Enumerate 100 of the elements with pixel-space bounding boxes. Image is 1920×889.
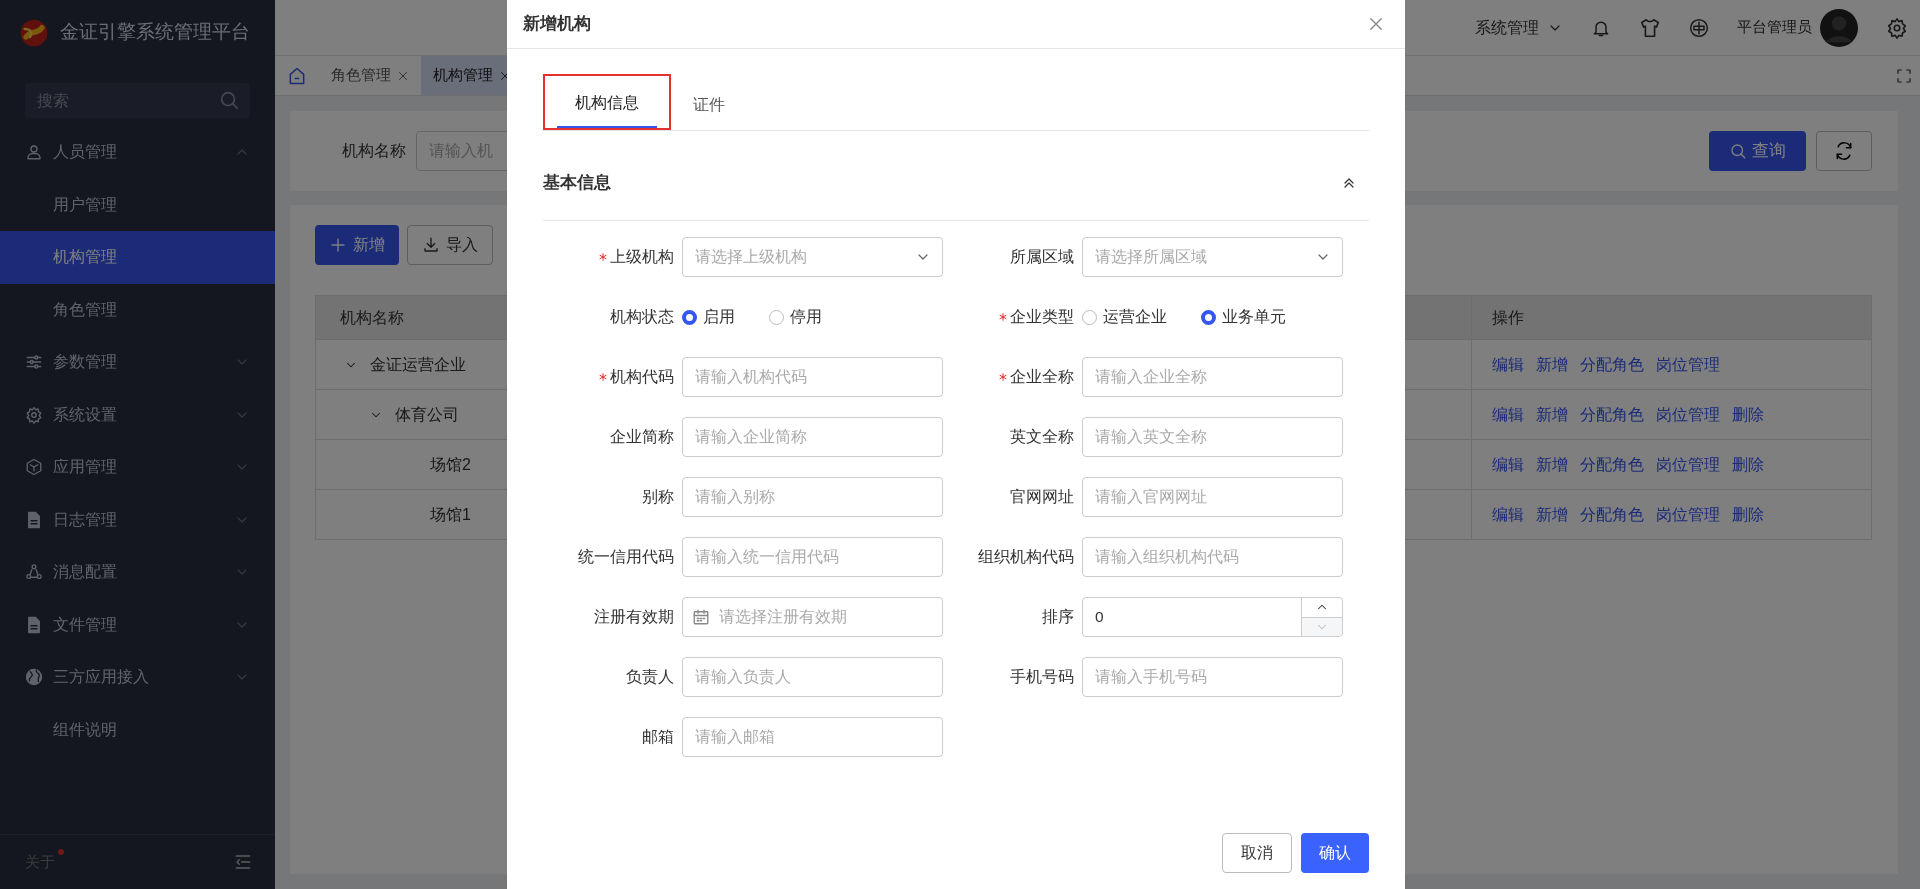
- action-link[interactable]: 编辑: [1492, 352, 1524, 377]
- calendar-icon: [692, 608, 710, 626]
- input-field[interactable]: 请输入机构代码: [682, 357, 943, 397]
- action-link[interactable]: 删除: [1732, 402, 1764, 427]
- action-link[interactable]: 新增: [1536, 452, 1568, 477]
- radio-option[interactable]: 停用: [769, 305, 822, 329]
- input-field[interactable]: 请输入别称: [682, 477, 943, 517]
- action-link[interactable]: 岗位管理: [1656, 352, 1720, 377]
- cancel-button[interactable]: 取消: [1222, 833, 1292, 873]
- document-icon: [25, 615, 43, 634]
- action-link[interactable]: 分配角色: [1580, 352, 1644, 377]
- field-label: 英文全称: [1010, 427, 1074, 448]
- avatar-icon[interactable]: [1820, 8, 1858, 47]
- search-button[interactable]: 查询: [1709, 131, 1806, 171]
- date-field[interactable]: 请选择注册有效期: [682, 597, 943, 637]
- action-link[interactable]: 分配角色: [1580, 502, 1644, 527]
- input-field[interactable]: 请输入企业简称: [682, 417, 943, 457]
- field-label: 邮箱: [642, 727, 674, 748]
- action-link[interactable]: 岗位管理: [1656, 502, 1720, 527]
- sidebar-item[interactable]: 应用管理: [0, 441, 275, 494]
- confirm-button[interactable]: 确认: [1301, 833, 1369, 873]
- field-label: 机构状态: [610, 307, 674, 328]
- field-label: 排序: [1042, 607, 1074, 628]
- input-field[interactable]: 请输入邮箱: [682, 717, 943, 757]
- column-header: 机构名称: [340, 307, 404, 328]
- sidebar-item[interactable]: 系统设置: [0, 388, 275, 441]
- action-link[interactable]: 岗位管理: [1656, 402, 1720, 427]
- import-button[interactable]: 导入: [407, 225, 493, 265]
- table-cell-text: 金证运营企业: [370, 354, 466, 375]
- field-label: 所属区域: [1010, 247, 1074, 268]
- refresh-button[interactable]: [1816, 131, 1872, 171]
- action-link[interactable]: 删除: [1732, 452, 1764, 477]
- action-link[interactable]: 分配角色: [1580, 402, 1644, 427]
- shirt-icon[interactable]: [1639, 16, 1661, 39]
- action-link[interactable]: 岗位管理: [1656, 452, 1720, 477]
- settings-icon[interactable]: [1886, 16, 1908, 39]
- sidebar-item[interactable]: 日志管理: [0, 493, 275, 546]
- field-label: 注册有效期: [594, 607, 674, 628]
- fullscreen-icon[interactable]: [1896, 68, 1912, 84]
- download-icon: [422, 236, 440, 254]
- user-name[interactable]: 平台管理员: [1737, 16, 1812, 39]
- action-link[interactable]: 新增: [1536, 502, 1568, 527]
- filter-label: 机构名称: [342, 141, 406, 161]
- sliders-icon: [25, 353, 43, 372]
- sidebar-item[interactable]: 组件说明: [0, 703, 275, 756]
- refresh-icon: [1834, 141, 1854, 161]
- system-menu[interactable]: 系统管理: [1475, 15, 1563, 40]
- field-label: 统一信用代码: [578, 547, 674, 568]
- number-field[interactable]: 0: [1082, 597, 1343, 637]
- input-field[interactable]: 请输入企业全称: [1082, 357, 1343, 397]
- home-icon: [287, 65, 307, 86]
- action-link[interactable]: 编辑: [1492, 452, 1524, 477]
- input-field[interactable]: 请输入官网网址: [1082, 477, 1343, 517]
- radio-option[interactable]: 启用: [682, 305, 735, 329]
- search-icon: [1729, 142, 1747, 160]
- section-title: 基本信息: [543, 171, 611, 194]
- action-link[interactable]: 新增: [1536, 402, 1568, 427]
- action-link[interactable]: 编辑: [1492, 402, 1524, 427]
- input-field[interactable]: 请输入统一信用代码: [682, 537, 943, 577]
- radio-option[interactable]: 业务单元: [1201, 305, 1286, 329]
- radio-option[interactable]: 运营企业: [1082, 305, 1167, 329]
- field-label: 官网网址: [1010, 487, 1074, 508]
- action-link[interactable]: 新增: [1536, 352, 1568, 377]
- add-button[interactable]: 新增: [315, 225, 399, 265]
- field-label: 上级机构: [610, 247, 674, 268]
- sidebar-item[interactable]: 三方应用接入: [0, 651, 275, 704]
- sidebar-item[interactable]: 用户管理: [0, 178, 275, 231]
- user-icon: [25, 143, 43, 162]
- table-cell-text: 场馆1: [430, 504, 471, 525]
- table-cell-text: 体育公司: [395, 404, 459, 425]
- action-link[interactable]: 分配角色: [1580, 452, 1644, 477]
- document-icon: [25, 510, 43, 529]
- action-link[interactable]: 编辑: [1492, 502, 1524, 527]
- sidebar-item[interactable]: 人员管理: [0, 126, 275, 179]
- sidebar-item[interactable]: 参数管理: [0, 336, 275, 389]
- field-label: 企业全称: [1010, 367, 1074, 388]
- field-label: 负责人: [626, 667, 674, 688]
- table-cell-text: 场馆2: [430, 454, 471, 475]
- settings-icon: [25, 405, 43, 424]
- input-field[interactable]: 请输入手机号码: [1082, 657, 1343, 697]
- sidebar-item[interactable]: 机构管理: [0, 231, 275, 284]
- sidebar-item[interactable]: 消息配置: [0, 546, 275, 599]
- nodes-icon: [25, 563, 43, 582]
- action-link[interactable]: 删除: [1732, 502, 1764, 527]
- field-label: 组织机构代码: [978, 547, 1074, 568]
- column-header: 操作: [1492, 307, 1524, 328]
- brand-title: 金证引擎系统管理平台: [60, 20, 250, 45]
- select-field[interactable]: 请选择所属区域: [1082, 237, 1343, 277]
- plus-icon: [329, 236, 347, 254]
- dialog-title: 新增机构: [523, 13, 591, 36]
- input-field[interactable]: 请输入英文全称: [1082, 417, 1343, 457]
- sidebar-item[interactable]: 文件管理: [0, 598, 275, 651]
- page-tab[interactable]: 角色管理: [319, 56, 421, 95]
- field-label: 企业类型: [1010, 307, 1074, 328]
- input-field[interactable]: 请输入组织机构代码: [1082, 537, 1343, 577]
- field-label: 手机号码: [1010, 667, 1074, 688]
- input-field[interactable]: 请输入负责人: [682, 657, 943, 697]
- cube-icon: [25, 458, 43, 477]
- field-label: 别称: [642, 487, 674, 508]
- select-field[interactable]: 请选择上级机构: [682, 237, 943, 277]
